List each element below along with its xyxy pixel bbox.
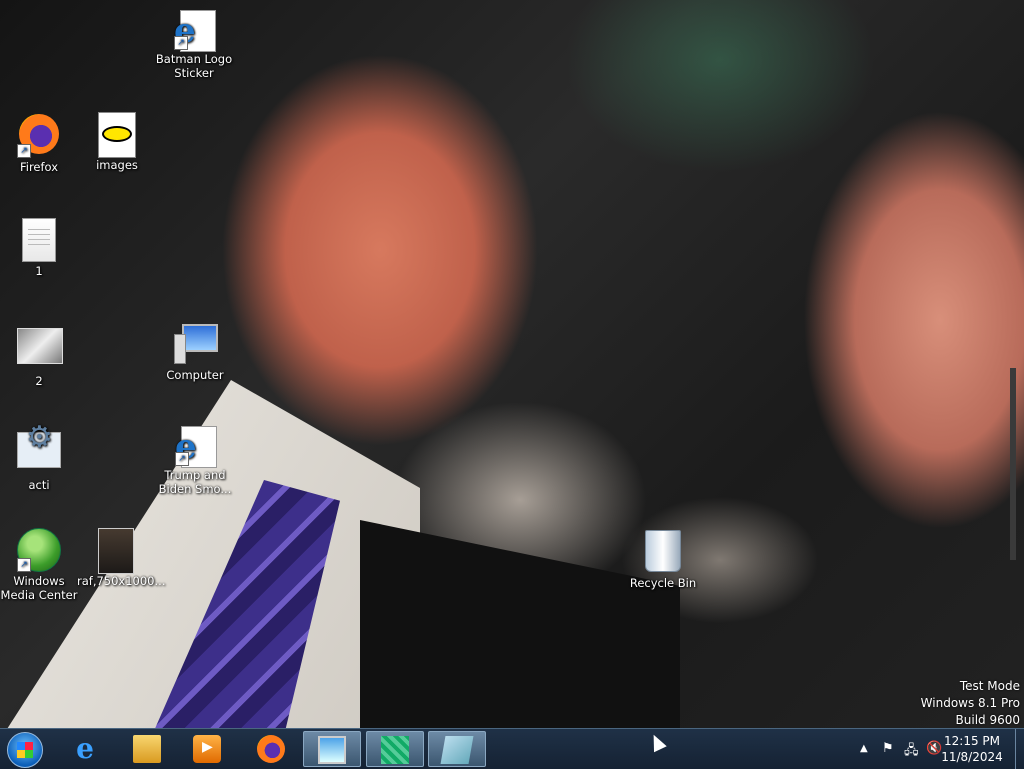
action-center-flag-icon[interactable]: ⚑ [882, 741, 894, 756]
taskbar-button-firefox[interactable] [242, 731, 300, 767]
desktop-icon-1[interactable]: 1 [0, 218, 78, 278]
taskbar-button-media-player[interactable] [178, 731, 236, 767]
clock[interactable]: 12:15 PM 11/8/2024 [940, 733, 1004, 765]
firefox-icon [257, 735, 285, 763]
taskbar-button-application[interactable] [366, 731, 424, 767]
desktop-icon-label: images [96, 158, 138, 172]
desktop-icon-trump-and-biden[interactable]: e ↗ Trump and Biden Smo... [156, 424, 234, 496]
desktop-icon-batman-logo-sticker[interactable]: e ↗ Batman Logo Sticker [155, 8, 233, 80]
desktop-icon-label: Trump and Biden Smo... [158, 468, 232, 496]
desktop-icon-recycle-bin[interactable]: Recycle Bin [624, 528, 702, 590]
taskbar-button-photo-viewer[interactable] [303, 731, 361, 767]
system-tray: ▲ ⚑ 🖧 🔇 12:15 PM 11/8/2024 [844, 729, 1024, 769]
watermark-line-2: Windows 8.1 Pro [920, 696, 1020, 710]
desktop-icon-label: Windows Media Center [0, 574, 78, 602]
internet-shortcut-icon: e ↗ [174, 10, 216, 52]
desktop-icon-label: Computer [166, 368, 224, 382]
recycle-bin-icon [641, 530, 685, 574]
desktop-icon-computer[interactable]: Computer [156, 322, 234, 382]
taskbar-button-file-explorer[interactable] [118, 731, 176, 767]
firefox-icon: ↗ [17, 114, 61, 158]
desktop-icon-acti[interactable]: acti [0, 426, 78, 492]
watermark-line-3: Build 9600 [955, 713, 1020, 727]
taskbar-button-internet-explorer[interactable]: e [56, 731, 114, 767]
desktop-icon-raf[interactable]: raf,750x1000... [77, 528, 166, 588]
batman-image-icon [95, 112, 139, 158]
image-file-icon [17, 328, 63, 372]
desktop: e ↗ Batman Logo Sticker ↗ Firefox images … [0, 0, 1024, 728]
taskbar-button-tool[interactable] [428, 731, 486, 767]
desktop-icon-firefox[interactable]: ↗ Firefox [0, 112, 78, 174]
image-viewer-icon [318, 736, 346, 764]
internet-explorer-icon: e [76, 732, 94, 765]
settings-file-icon [17, 431, 61, 476]
show-desktop-button[interactable] [1015, 729, 1024, 769]
desktop-icon-label: Batman Logo Sticker [155, 52, 233, 80]
windows-media-center-icon: ↗ [17, 528, 61, 572]
desktop-icon-windows-media-center[interactable]: ↗ Windows Media Center [0, 528, 78, 602]
desktop-icon-label: Recycle Bin [629, 576, 697, 590]
image-file-icon [94, 528, 138, 574]
taskbar: e ▲ ⚑ 🖧 🔇 12:15 PM 11/8/2024 [0, 728, 1024, 769]
start-button[interactable] [5, 731, 45, 768]
windows-logo-icon [7, 732, 43, 768]
desktop-icon-label: 1 [35, 264, 43, 278]
show-hidden-icons-chevron-icon[interactable]: ▲ [860, 743, 868, 754]
desktop-icon-label: acti [28, 478, 50, 492]
computer-icon [173, 322, 218, 366]
test-mode-watermark: Test Mode Windows 8.1 Pro Build 9600 [921, 678, 1020, 728]
folder-icon [133, 735, 161, 763]
clock-time: 12:15 PM [944, 734, 1000, 748]
desktop-icon-label: Firefox [19, 160, 59, 174]
cube-app-icon [381, 736, 409, 764]
media-player-icon [193, 735, 221, 763]
tool-app-icon [440, 736, 474, 764]
desktop-icon-images[interactable]: images [78, 112, 156, 172]
desktop-icon-2[interactable]: 2 [0, 322, 78, 388]
internet-shortcut-icon: e ↗ [175, 426, 217, 468]
network-icon[interactable]: 🖧 [904, 741, 919, 763]
desktop-icon-label: 2 [35, 374, 43, 388]
text-file-icon [17, 218, 61, 262]
desktop-icon-label: raf,750x1000... [77, 574, 166, 588]
wallpaper-strip [1010, 368, 1016, 560]
watermark-line-1: Test Mode [959, 679, 1020, 693]
clock-date: 11/8/2024 [941, 750, 1003, 764]
